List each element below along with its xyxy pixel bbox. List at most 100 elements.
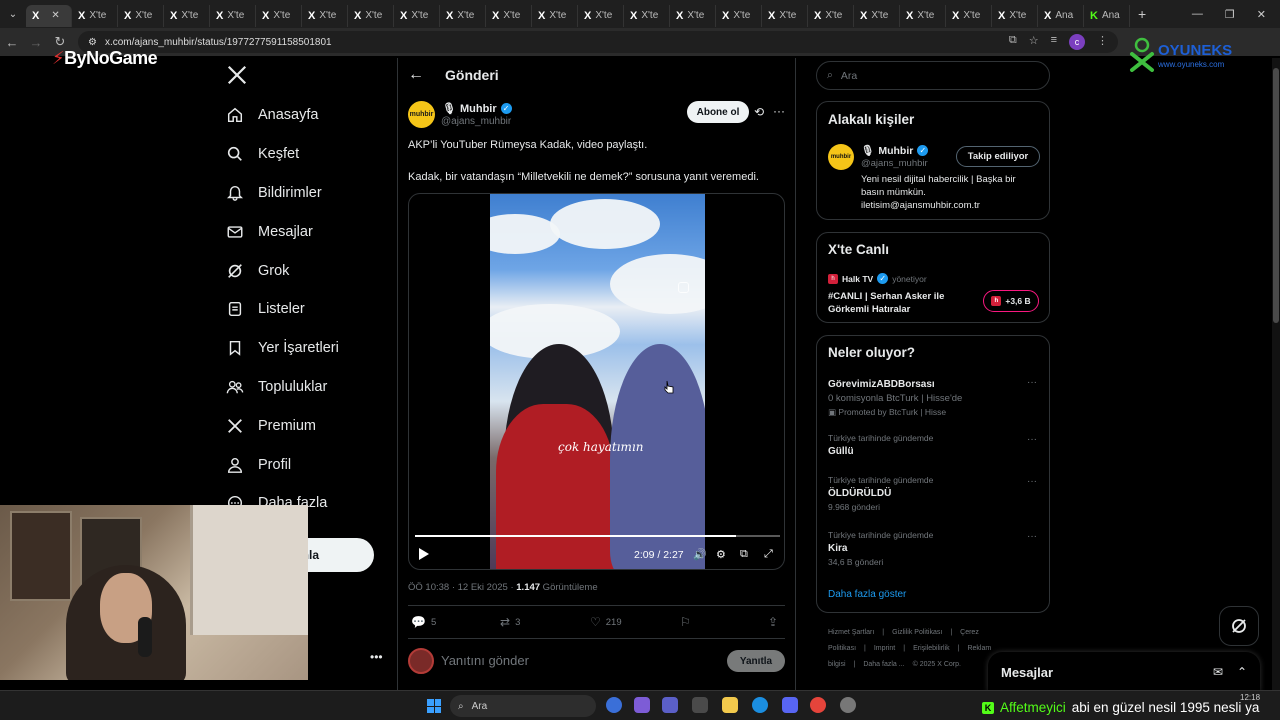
browser-tab[interactable]: X X'te	[532, 4, 578, 27]
new-tab-button[interactable]: +	[1138, 6, 1146, 22]
page-scrollbar[interactable]	[1272, 58, 1280, 690]
trend-item[interactable]: GörevimizABDBorsası 0 komisyonla BtcTurk …	[828, 376, 1038, 418]
live-listeners-badge[interactable]: h +3,6 B	[983, 290, 1039, 312]
browser-tab[interactable]: K Ana	[1084, 4, 1130, 27]
trend-item[interactable]: Türkiye tarihinde gündemde Kira 34,6 B gön…	[828, 530, 1038, 567]
browser-tab[interactable]: X X'te	[348, 4, 394, 27]
footer-link[interactable]: Erişilebilirlik	[913, 645, 950, 652]
trend-more-icon[interactable]: ···	[1027, 531, 1037, 542]
subscribe-button[interactable]: Abone ol	[687, 101, 749, 123]
footer-link[interactable]: Imprint	[874, 645, 895, 652]
video-player[interactable]: çok hayatımın 2:09 / 2:27 🔊 ⚙ ⧉ ⤢	[408, 193, 785, 570]
browser-tab[interactable]: X X'te	[946, 4, 992, 27]
nav-item-bell[interactable]: Bildirimler	[226, 184, 322, 202]
browser-tab[interactable]: X X'te	[900, 4, 946, 27]
footer-link[interactable]: Hizmet Şartları	[828, 629, 874, 636]
footer-link[interactable]: Daha fazla ...	[863, 661, 904, 668]
related-name[interactable]: 🎙 Muhbir ✓	[861, 144, 929, 157]
tweet-timestamp[interactable]: ÖÖ 10:38 · 12 Eki 2025 ·	[408, 582, 516, 593]
browser-tab[interactable]: X X'te	[118, 4, 164, 27]
close-window-icon[interactable]: ✕	[1257, 8, 1266, 21]
browser-tab[interactable]: X X'te	[716, 4, 762, 27]
browser-tab[interactable]: X X'te	[992, 4, 1038, 27]
install-icon[interactable]: ⧉	[1009, 34, 1017, 50]
nav-item-x[interactable]: Premium	[226, 417, 316, 435]
author-name[interactable]: 🎙 Muhbir ✓	[442, 102, 512, 115]
taskbar-search[interactable]: ⌕ Ara	[450, 695, 596, 717]
teams-app-icon[interactable]	[662, 697, 678, 713]
back-arrow-icon[interactable]: ←	[408, 66, 424, 84]
video-progress-bar[interactable]	[415, 535, 780, 537]
browser-menu-icon[interactable]: ⋮	[1097, 34, 1108, 50]
back-icon[interactable]: ←	[0, 35, 24, 50]
browser-tab[interactable]: X X'te	[302, 4, 348, 27]
browser-tab[interactable]: X ✕	[26, 4, 72, 27]
browser-tab[interactable]: X X'te	[762, 4, 808, 27]
volume-icon[interactable]: 🔊	[693, 548, 707, 561]
maximize-icon[interactable]: ❐	[1225, 8, 1235, 21]
browser-tab[interactable]: X X'te	[440, 4, 486, 27]
scroll-thumb[interactable]	[1273, 68, 1279, 323]
x-logo-icon[interactable]	[226, 64, 248, 86]
play-icon[interactable]	[419, 548, 429, 560]
repost-action[interactable]: ⇄ 3	[500, 615, 520, 629]
trend-more-icon[interactable]: ···	[1027, 476, 1037, 487]
live-host[interactable]: h Halk TV ✓ yönetiyor	[828, 273, 927, 284]
nav-item-search[interactable]: Keşfet	[226, 145, 299, 163]
site-info-icon[interactable]: ⚙	[88, 37, 97, 48]
like-action[interactable]: ♡ 219	[590, 615, 622, 629]
fullscreen-icon[interactable]: ⤢	[764, 548, 773, 561]
grok-explain-icon[interactable]: ⟲	[754, 105, 764, 119]
browser-tab[interactable]: X X'te	[486, 4, 532, 27]
explorer-app-icon[interactable]	[722, 697, 738, 713]
discord-app-icon[interactable]	[782, 697, 798, 713]
nav-item-home[interactable]: Anasayfa	[226, 106, 318, 124]
trend-item[interactable]: Türkiye tarihinde gündemde Güllü	[828, 433, 1038, 457]
nav-item-bookmark[interactable]: Yer İşaretleri	[226, 339, 339, 357]
browser-tab[interactable]: X X'te	[72, 4, 118, 27]
browser-tab[interactable]: X X'te	[624, 4, 670, 27]
nav-item-people[interactable]: Topluluklar	[226, 378, 327, 396]
chrome-app-icon[interactable]	[810, 697, 826, 713]
tab-list-icon[interactable]: ≡	[1051, 34, 1057, 50]
nav-item-grok[interactable]: Grok	[226, 262, 289, 280]
forward-icon[interactable]: →	[24, 35, 48, 50]
obs-app-icon[interactable]	[840, 697, 856, 713]
messages-drawer[interactable]: Mesajlar ✉ ⌃	[988, 652, 1260, 692]
browser-tab[interactable]: X X'te	[578, 4, 624, 27]
profile-avatar[interactable]: c	[1069, 34, 1085, 50]
url-input[interactable]: ⚙ x.com/ajans_muhbir/status/197727759115…	[78, 31, 1118, 53]
nav-item-mail[interactable]: Mesajlar	[226, 223, 313, 241]
minimize-icon[interactable]: —	[1192, 8, 1203, 21]
edge-app-icon[interactable]	[606, 697, 622, 713]
grok-fab-button[interactable]	[1219, 606, 1259, 646]
browser-tab[interactable]: X X'te	[394, 4, 440, 27]
reply-input[interactable]: Yanıtını gönder	[441, 653, 529, 668]
trend-more-icon[interactable]: ···	[1027, 377, 1037, 388]
tab-search-button[interactable]: ⌄	[0, 0, 26, 28]
related-handle[interactable]: @ajans_muhbir	[861, 158, 928, 169]
store-app-icon[interactable]	[692, 697, 708, 713]
settings-icon[interactable]: ⚙	[716, 548, 726, 561]
reply-action[interactable]: 💬 5	[411, 615, 436, 629]
show-more-link[interactable]: Daha fazla göster	[828, 589, 906, 600]
following-button[interactable]: Takip ediliyor	[956, 146, 1040, 167]
edge-browser-icon[interactable]	[752, 697, 768, 713]
copilot-app-icon[interactable]	[634, 697, 650, 713]
footer-link[interactable]: © 2025 X Corp.	[913, 661, 961, 668]
browser-tab[interactable]: X X'te	[164, 4, 210, 27]
footer-link[interactable]: Gizlilik Politikası	[892, 629, 942, 636]
live-stream-title[interactable]: #CANLI | Serhan Asker ile Görkemli Hatır…	[828, 290, 978, 316]
trend-item[interactable]: Türkiye tarihinde gündemde ÖLDÜRÜLDÜ 9.968…	[828, 475, 1038, 512]
browser-tab[interactable]: X Ana	[1038, 4, 1084, 27]
share-action[interactable]: ⇪	[768, 615, 778, 629]
new-message-icon[interactable]: ✉	[1213, 665, 1223, 679]
browser-tab[interactable]: X X'te	[256, 4, 302, 27]
browser-tab[interactable]: X X'te	[808, 4, 854, 27]
post-more-icon[interactable]: ···	[773, 104, 785, 118]
bookmark-star-icon[interactable]: ☆	[1029, 34, 1039, 50]
account-more-icon[interactable]: •••	[370, 650, 383, 664]
pip-icon[interactable]: ⧉	[740, 548, 748, 561]
browser-tab[interactable]: X X'te	[210, 4, 256, 27]
search-input[interactable]: ⌕ Ara	[816, 61, 1050, 90]
